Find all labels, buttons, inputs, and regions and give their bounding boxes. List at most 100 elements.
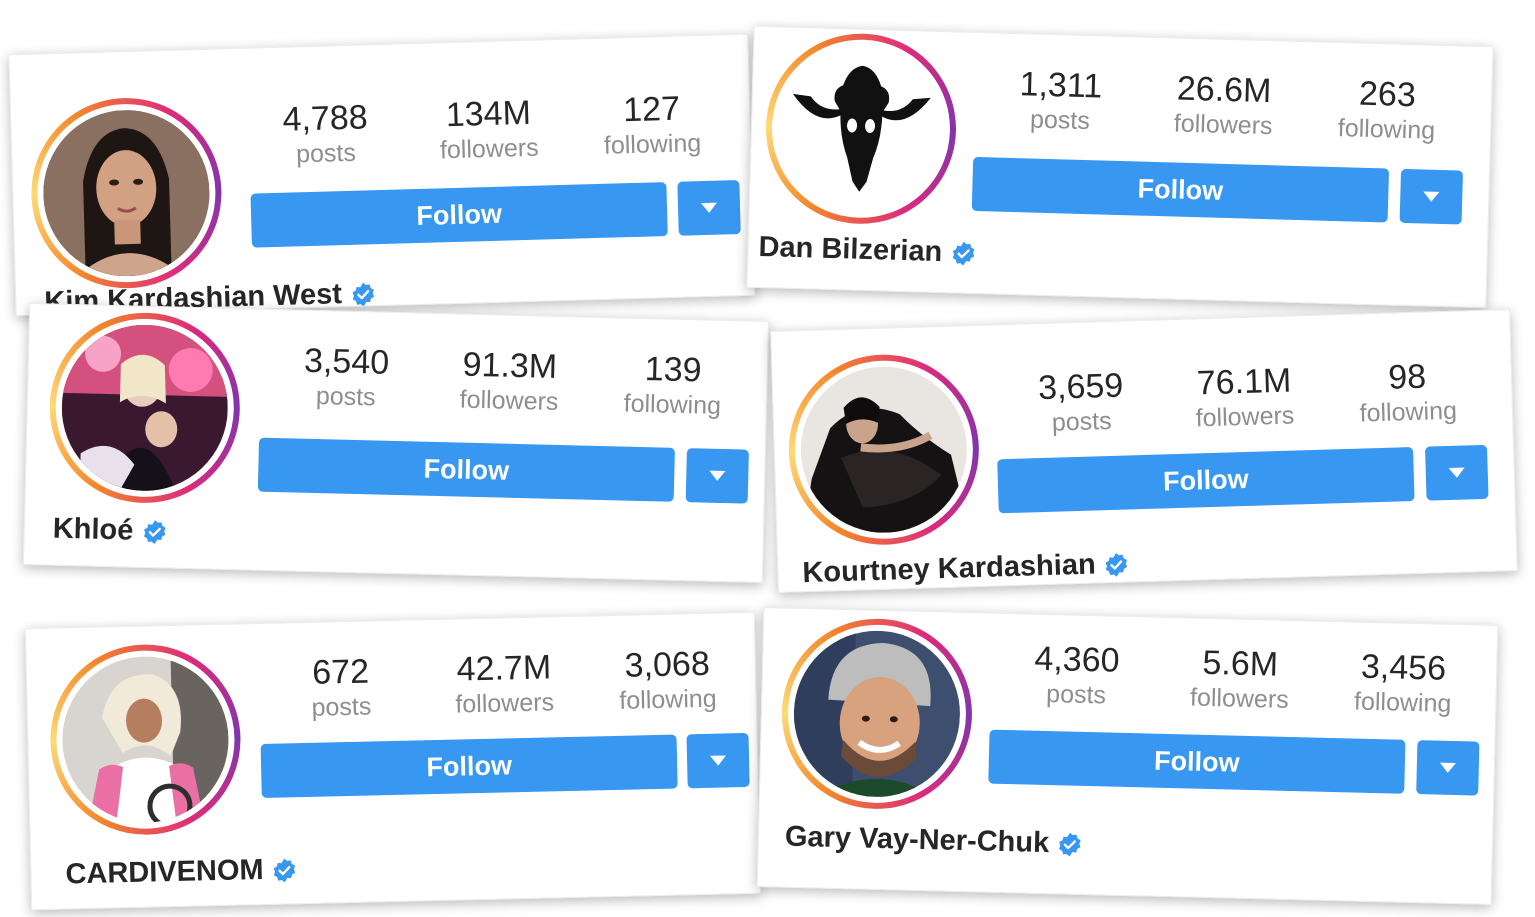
posts-label: posts bbox=[315, 382, 376, 412]
stats-row: 1,311 posts 26.6M followers 263 followin… bbox=[978, 63, 1470, 147]
posts-stat[interactable]: 1,311 posts bbox=[985, 63, 1137, 137]
profile-name-row: Kourtney Kardashian bbox=[802, 547, 1130, 590]
posts-count: 4,788 bbox=[281, 98, 369, 139]
portrait-photo-icon bbox=[60, 654, 231, 825]
stats-row: 4,360 posts 5.6M followers 3,456 followi… bbox=[994, 638, 1486, 720]
profile-name: CARDIVENOM bbox=[65, 853, 264, 891]
stats-row: 4,788 posts 134M followers 127 following bbox=[243, 87, 735, 171]
posts-label: posts bbox=[1029, 105, 1091, 136]
follow-button[interactable]: Follow bbox=[988, 729, 1406, 794]
following-label: following bbox=[1359, 396, 1458, 428]
following-count: 127 bbox=[622, 89, 681, 130]
following-stat[interactable]: 263 following bbox=[1311, 72, 1463, 146]
follow-button[interactable]: Follow bbox=[257, 437, 675, 502]
followers-stat[interactable]: 134M followers bbox=[413, 92, 565, 166]
posts-stat[interactable]: 672 posts bbox=[265, 650, 417, 723]
profile-card-cardi: 672 posts 42.7M followers 3,068 followin… bbox=[24, 611, 762, 911]
suggestions-dropdown-button[interactable] bbox=[1416, 740, 1480, 796]
profile-card-kourtney: 3,659 posts 76.1M followers 98 following… bbox=[770, 309, 1518, 593]
followers-stat[interactable]: 91.3M followers bbox=[434, 344, 586, 418]
follow-button[interactable]: Follow bbox=[997, 447, 1415, 514]
followers-label: followers bbox=[439, 133, 539, 165]
profile-collage: 4,788 posts 134M followers 127 following… bbox=[0, 0, 1535, 917]
following-stat[interactable]: 3,456 following bbox=[1327, 646, 1479, 720]
profile-name-row: Khloé bbox=[52, 513, 167, 549]
posts-stat[interactable]: 4,788 posts bbox=[250, 96, 402, 170]
story-ring[interactable] bbox=[779, 616, 975, 812]
suggestions-dropdown-button[interactable] bbox=[677, 180, 741, 236]
stats-row: 672 posts 42.7M followers 3,068 followin… bbox=[259, 643, 750, 724]
suggestions-dropdown-button[interactable] bbox=[1399, 168, 1464, 225]
following-label: following bbox=[623, 389, 722, 420]
story-ring[interactable] bbox=[763, 31, 959, 227]
profile-name-row: Gary Vay-Ner-Chuk bbox=[785, 821, 1084, 861]
profile-name: Kourtney Kardashian bbox=[801, 548, 1097, 590]
caret-down-icon bbox=[700, 202, 718, 214]
following-stat[interactable]: 139 following bbox=[597, 348, 749, 422]
verified-badge-icon bbox=[352, 282, 374, 306]
story-ring[interactable] bbox=[786, 351, 982, 548]
avatar bbox=[59, 322, 230, 493]
profile-card-dan: 1,311 posts 26.6M followers 263 followin… bbox=[746, 25, 1494, 309]
profile-name: Khloé bbox=[52, 512, 134, 547]
following-count: 3,068 bbox=[624, 644, 711, 685]
verified-badge-icon bbox=[1059, 832, 1081, 857]
story-ring[interactable] bbox=[47, 310, 243, 506]
following-stat[interactable]: 127 following bbox=[576, 87, 728, 161]
avatar bbox=[791, 628, 962, 799]
followers-count: 5.6M bbox=[1202, 643, 1279, 684]
portrait-photo-icon bbox=[41, 107, 212, 279]
suggestions-dropdown-button[interactable] bbox=[685, 448, 749, 504]
avatar bbox=[41, 107, 212, 279]
portrait-photo-icon bbox=[791, 628, 962, 799]
following-label: following bbox=[603, 129, 702, 160]
follow-button[interactable]: Follow bbox=[250, 182, 668, 248]
followers-count: 26.6M bbox=[1176, 69, 1272, 111]
story-ring[interactable] bbox=[28, 95, 225, 291]
caret-down-icon bbox=[1448, 467, 1465, 478]
goat-skull-logo-icon bbox=[775, 43, 947, 215]
followers-count: 134M bbox=[445, 93, 532, 135]
following-stat[interactable]: 3,068 following bbox=[592, 643, 744, 716]
portrait-photo-icon bbox=[798, 364, 970, 536]
posts-label: posts bbox=[311, 692, 372, 722]
followers-count: 42.7M bbox=[456, 648, 552, 689]
following-label: following bbox=[1353, 687, 1452, 718]
followers-stat[interactable]: 76.1M followers bbox=[1168, 360, 1320, 434]
following-count: 139 bbox=[644, 350, 702, 390]
following-stat[interactable]: 98 following bbox=[1332, 355, 1484, 429]
verified-badge-icon bbox=[952, 241, 975, 266]
stats-row: 3,540 posts 91.3M followers 139 followin… bbox=[264, 340, 756, 422]
suggestions-dropdown-button[interactable] bbox=[1424, 444, 1489, 501]
followers-stat[interactable]: 26.6M followers bbox=[1148, 68, 1300, 142]
following-count: 263 bbox=[1358, 74, 1417, 115]
posts-stat[interactable]: 3,540 posts bbox=[270, 340, 422, 414]
posts-stat[interactable]: 4,360 posts bbox=[1001, 638, 1153, 712]
suggestions-dropdown-button[interactable] bbox=[686, 732, 750, 789]
follow-button[interactable]: Follow bbox=[260, 734, 678, 798]
caret-down-icon bbox=[1439, 762, 1456, 774]
posts-count: 1,311 bbox=[1019, 65, 1103, 106]
caret-down-icon bbox=[709, 470, 726, 482]
follow-button[interactable]: Follow bbox=[971, 156, 1390, 223]
following-count: 98 bbox=[1387, 357, 1427, 397]
following-count: 3,456 bbox=[1360, 647, 1447, 688]
story-ring[interactable] bbox=[48, 642, 243, 837]
profile-name-row: CARDIVENOM bbox=[65, 853, 298, 891]
followers-label: followers bbox=[455, 688, 555, 719]
posts-stat[interactable]: 3,659 posts bbox=[1005, 365, 1157, 439]
avatar bbox=[798, 364, 970, 536]
verified-badge-icon bbox=[1105, 552, 1128, 577]
following-label: following bbox=[1337, 114, 1436, 145]
posts-label: posts bbox=[295, 138, 357, 169]
followers-label: followers bbox=[1189, 683, 1290, 714]
profile-card-gary: 4,360 posts 5.6M followers 3,456 followi… bbox=[756, 607, 1499, 905]
followers-count: 76.1M bbox=[1196, 361, 1292, 403]
portrait-photo-icon bbox=[59, 322, 230, 493]
followers-stat[interactable]: 42.7M followers bbox=[428, 647, 580, 720]
profile-name: Dan Bilzerian bbox=[758, 230, 943, 269]
followers-stat[interactable]: 5.6M followers bbox=[1164, 642, 1316, 716]
profile-card-khloe: 3,540 posts 91.3M followers 139 followin… bbox=[22, 302, 770, 584]
profile-name-row: Dan Bilzerian bbox=[758, 231, 977, 270]
stats-row: 3,659 posts 76.1M followers 98 following bbox=[999, 355, 1491, 440]
